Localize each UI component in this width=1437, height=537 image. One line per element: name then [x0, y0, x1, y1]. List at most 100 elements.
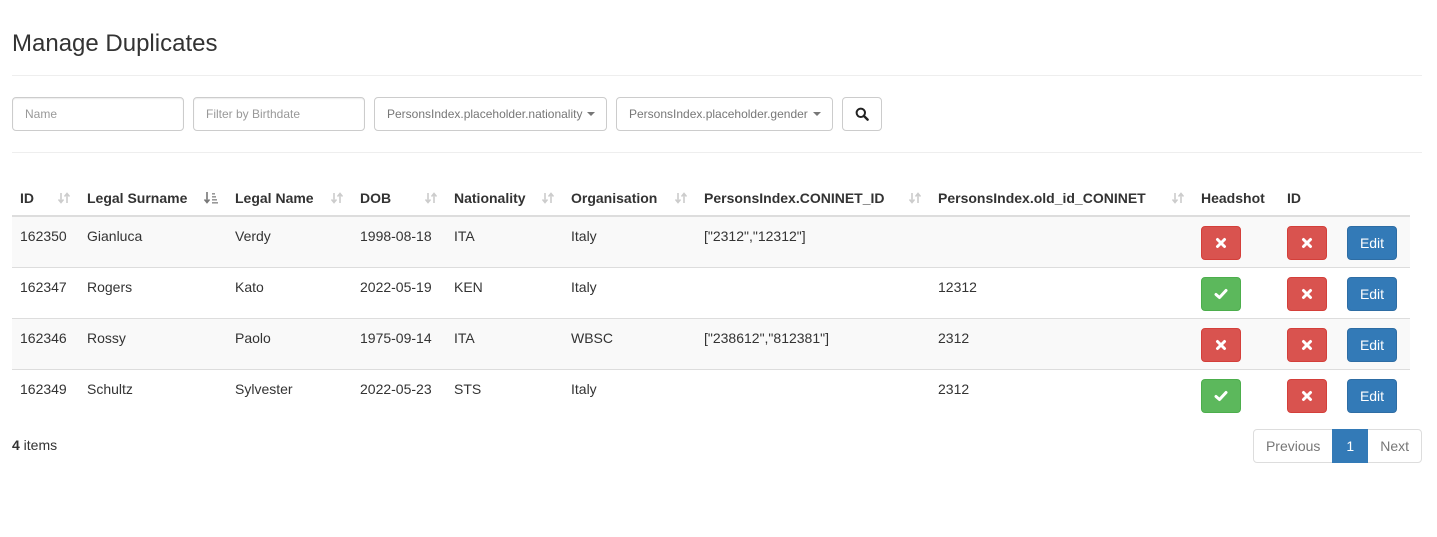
- close-icon: [1216, 339, 1226, 350]
- close-icon: [1302, 339, 1312, 350]
- item-count-number: 4: [12, 437, 20, 453]
- divider: [12, 75, 1422, 76]
- column-header-organisation[interactable]: Organisation: [563, 180, 696, 217]
- cell-headshot: [1193, 215, 1279, 267]
- sort-ascending-icon[interactable]: [203, 191, 219, 208]
- table-header-row: ID Legal Surname Legal Name DOB Nationality O…: [12, 180, 1410, 217]
- edit-button[interactable]: Edit: [1347, 226, 1397, 260]
- pagination: Previous 1 Next: [1252, 429, 1422, 463]
- close-icon: [1216, 238, 1226, 248]
- cell-dob: 2022-05-19: [352, 266, 446, 318]
- column-header-dob[interactable]: DOB: [352, 180, 446, 217]
- column-header-label: Nationality: [454, 190, 526, 206]
- birthdate-filter-input[interactable]: [193, 97, 365, 131]
- cell-coninet-id: ["2312","12312"]: [696, 215, 930, 267]
- divider: [12, 152, 1422, 153]
- column-header-actions: [1339, 180, 1410, 217]
- table-row: 162347 Rogers Kato 2022-05-19 KEN Italy 12312 E…: [12, 266, 1410, 318]
- column-header-label: Legal Name: [235, 190, 314, 206]
- pagination-next[interactable]: Next: [1367, 429, 1422, 463]
- duplicates-table: ID Legal Surname Legal Name DOB Nationality O…: [12, 180, 1410, 420]
- caret-down-icon: [812, 112, 821, 116]
- sort-icon[interactable]: [330, 191, 344, 208]
- check-icon: [1214, 390, 1228, 401]
- cell-organisation: Italy: [563, 266, 696, 318]
- cell-surname: Rogers: [79, 266, 227, 318]
- sort-icon[interactable]: [908, 191, 922, 208]
- cell-old-id: 12312: [930, 266, 1193, 318]
- id-missing-button[interactable]: [1287, 226, 1327, 260]
- nationality-dropdown-label: PersonsIndex.placeholder.nationality: [387, 107, 583, 121]
- column-header-id: ID: [1279, 180, 1339, 217]
- table-row: 162349 Schultz Sylvester 2022-05-23 STS Italy…: [12, 368, 1410, 420]
- pagination-previous[interactable]: Previous: [1252, 429, 1334, 463]
- cell-id-document: [1279, 266, 1339, 318]
- cell-id-document: [1279, 368, 1339, 420]
- column-header-id[interactable]: ID: [12, 180, 79, 217]
- nationality-dropdown[interactable]: PersonsIndex.placeholder.nationality: [374, 97, 607, 131]
- item-count-suffix: items: [19, 437, 58, 453]
- cell-dob: 2022-05-23: [352, 368, 446, 420]
- table-row: 162346 Rossy Paolo 1975-09-14 ITA WBSC ["23861…: [12, 317, 1410, 369]
- cell-name: Sylvester: [227, 368, 352, 420]
- column-header-label: Organisation: [571, 190, 658, 206]
- sort-icon[interactable]: [674, 191, 688, 208]
- column-header-personsindex-coninet-id[interactable]: PersonsIndex.CONINET_ID: [696, 180, 930, 217]
- pagination-page-1[interactable]: 1: [1332, 429, 1369, 463]
- page: Manage Duplicates PersonsIndex.placehold…: [0, 0, 1437, 463]
- cell-nationality: ITA: [446, 215, 563, 267]
- cell-headshot: [1193, 368, 1279, 420]
- column-header-label: PersonsIndex.old_id_CONINET: [938, 190, 1146, 206]
- cell-id: 162349: [12, 368, 79, 420]
- cell-coninet-id: ["238612","812381"]: [696, 317, 930, 369]
- cell-organisation: Italy: [563, 215, 696, 267]
- close-icon: [1302, 288, 1312, 299]
- column-header-legal-name[interactable]: Legal Name: [227, 180, 352, 217]
- cell-coninet-id: [696, 266, 930, 318]
- filter-bar: PersonsIndex.placeholder.nationality Per…: [12, 97, 882, 131]
- sort-icon[interactable]: [424, 191, 438, 208]
- column-header-headshot: Headshot: [1193, 180, 1279, 217]
- cell-old-id: 2312: [930, 368, 1193, 420]
- column-header-label: DOB: [360, 190, 392, 206]
- gender-dropdown[interactable]: PersonsIndex.placeholder.gender: [616, 97, 833, 131]
- search-button[interactable]: [842, 97, 882, 131]
- cell-actions: Edit: [1339, 317, 1410, 369]
- cell-nationality: ITA: [446, 317, 563, 369]
- cell-name: Kato: [227, 266, 352, 318]
- cell-id: 162346: [12, 317, 79, 369]
- headshot-present-button[interactable]: [1201, 276, 1241, 311]
- edit-button[interactable]: Edit: [1347, 276, 1397, 311]
- edit-button[interactable]: Edit: [1347, 327, 1397, 362]
- cell-coninet-id: [696, 368, 930, 420]
- item-count: 4 items: [12, 437, 57, 453]
- cell-nationality: STS: [446, 368, 563, 420]
- cell-id: 162350: [12, 215, 79, 267]
- sort-icon[interactable]: [1171, 191, 1185, 208]
- cell-surname: Schultz: [79, 368, 227, 420]
- headshot-present-button[interactable]: [1201, 378, 1241, 413]
- table-row: 162350 Gianluca Verdy 1998-08-18 ITA Italy ["2…: [12, 215, 1410, 267]
- sort-icon[interactable]: [541, 191, 555, 208]
- column-header-label: Headshot: [1201, 190, 1265, 206]
- id-missing-button[interactable]: [1287, 378, 1327, 413]
- cell-id: 162347: [12, 266, 79, 318]
- id-missing-button[interactable]: [1287, 327, 1327, 362]
- headshot-missing-button[interactable]: [1201, 327, 1241, 362]
- cell-actions: Edit: [1339, 368, 1410, 420]
- column-header-label: ID: [1287, 190, 1301, 206]
- sort-icon[interactable]: [57, 191, 71, 208]
- edit-button[interactable]: Edit: [1347, 378, 1397, 413]
- name-filter-input[interactable]: [12, 97, 184, 131]
- cell-old-id: [930, 215, 1193, 267]
- caret-down-icon: [587, 112, 596, 116]
- search-icon: [855, 107, 869, 121]
- column-header-nationality[interactable]: Nationality: [446, 180, 563, 217]
- id-missing-button[interactable]: [1287, 276, 1327, 311]
- cell-id-document: [1279, 317, 1339, 369]
- column-header-personsindex-old-id-coninet[interactable]: PersonsIndex.old_id_CONINET: [930, 180, 1193, 217]
- cell-old-id: 2312: [930, 317, 1193, 369]
- column-header-legal-surname[interactable]: Legal Surname: [79, 180, 227, 217]
- headshot-missing-button[interactable]: [1201, 226, 1241, 260]
- page-title: Manage Duplicates: [12, 30, 218, 57]
